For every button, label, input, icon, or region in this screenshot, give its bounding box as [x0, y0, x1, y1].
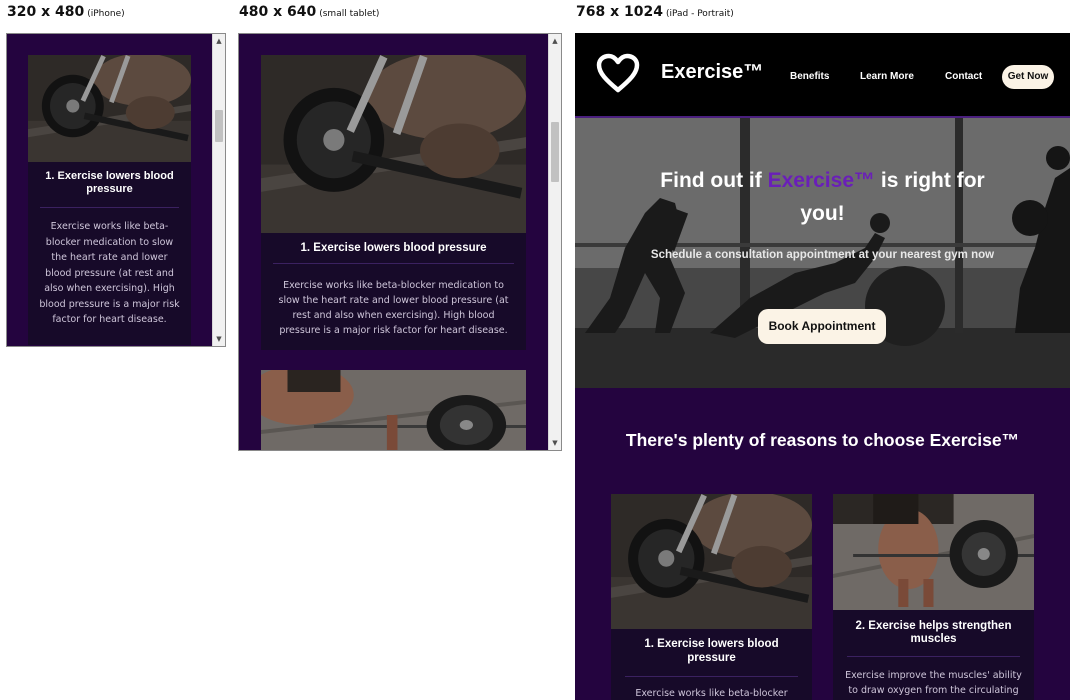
benefit-card-1: 1. Exercise lowers blood pressure Exerci…: [28, 55, 191, 345]
card-title: 1. Exercise lowers blood pressure: [45, 170, 174, 195]
card-title: 2. Exercise helps strengthen muscles: [855, 620, 1012, 645]
card-title: 1. Exercise lowers blood pressure: [644, 638, 779, 664]
reasons-title: There's plenty of reasons to choose Exer…: [625, 430, 1020, 450]
rowing-machine-image: [261, 55, 526, 233]
card-text: Exercise works like beta-blocker: [635, 688, 788, 699]
frame-device-ipad: (iPad - Portrait): [665, 9, 734, 19]
hero-title-start: Find out if: [660, 169, 762, 192]
iphone-viewport[interactable]: 1. Exercise lowers blood pressure Exerci…: [6, 33, 226, 347]
nav-link-learn-more[interactable]: Learn More: [860, 71, 914, 82]
rowing-machine-image: [28, 55, 191, 162]
card-divider: [847, 656, 1020, 657]
hero-subtitle: Schedule a consultation appointment at y…: [650, 249, 995, 261]
scroll-down-arrow-icon[interactable]: ▼: [549, 436, 561, 450]
hero-section: Find out if Exercise™ is right for you! …: [575, 118, 1070, 388]
frame-label-tablet: 480 x 640 (small tablet): [239, 4, 379, 20]
scroll-thumb[interactable]: [551, 122, 559, 182]
frame-size-ipad: 768 x 1024: [576, 4, 663, 20]
card-text: Exercise works like beta-blocker medicat…: [39, 221, 180, 325]
frame-device-iphone: (iPhone): [87, 9, 125, 19]
benefit-card-2: 2. Exercise helps strengthen muscles Exe…: [833, 494, 1034, 700]
rowing-machine-image: [611, 494, 812, 629]
tablet-viewport[interactable]: 1. Exercise lowers blood pressure Exerci…: [238, 33, 562, 451]
benefit-card-1: 1. Exercise lowers blood pressure Exerci…: [261, 55, 526, 350]
heart-logo-icon[interactable]: [596, 53, 640, 93]
frame-device-tablet: (small tablet): [319, 9, 380, 19]
scroll-down-arrow-icon[interactable]: ▼: [213, 332, 225, 346]
benefit-card-2: [261, 370, 526, 450]
card-text: Exercise works like beta-blocker medicat…: [278, 280, 509, 336]
scroll-up-arrow-icon[interactable]: ▲: [549, 34, 561, 48]
benefit-card-1: 1. Exercise lowers blood pressure Exerci…: [611, 494, 812, 700]
ipad-viewport[interactable]: Exercise™ Benefits Learn More Contact Ge…: [575, 33, 1070, 700]
nav-link-benefits[interactable]: Benefits: [790, 71, 829, 82]
card-text: Exercise improve the muscles' ability to…: [845, 670, 1022, 696]
card-divider: [40, 207, 179, 208]
frame-label-ipad: 768 x 1024 (iPad - Portrait): [576, 4, 734, 20]
reasons-section: There's plenty of reasons to choose Exer…: [575, 388, 1070, 700]
scrollbar[interactable]: ▲ ▼: [212, 34, 225, 346]
card-divider: [625, 676, 798, 677]
brand-name[interactable]: Exercise™: [661, 61, 763, 84]
frame-size-tablet: 480 x 640: [239, 4, 317, 20]
scroll-thumb[interactable]: [215, 110, 223, 142]
hero-title-accent: Exercise™: [767, 169, 876, 192]
hero-title: Find out if Exercise™ is right for you!: [645, 164, 1000, 230]
frame-label-iphone: 320 x 480 (iPhone): [7, 4, 125, 20]
nav-link-contact[interactable]: Contact: [945, 71, 982, 82]
navbar: Exercise™ Benefits Learn More Contact Ge…: [575, 33, 1070, 118]
deadlift-image: [833, 494, 1034, 610]
book-appointment-button[interactable]: Book Appointment: [758, 309, 886, 344]
card-title: 1. Exercise lowers blood pressure: [300, 242, 487, 254]
get-now-button[interactable]: Get Now: [1002, 65, 1054, 89]
frame-size-iphone: 320 x 480: [7, 4, 85, 20]
scrollbar[interactable]: ▲ ▼: [548, 34, 561, 450]
card-divider: [273, 263, 514, 264]
deadlift-image: [261, 370, 526, 450]
scroll-up-arrow-icon[interactable]: ▲: [213, 34, 225, 48]
